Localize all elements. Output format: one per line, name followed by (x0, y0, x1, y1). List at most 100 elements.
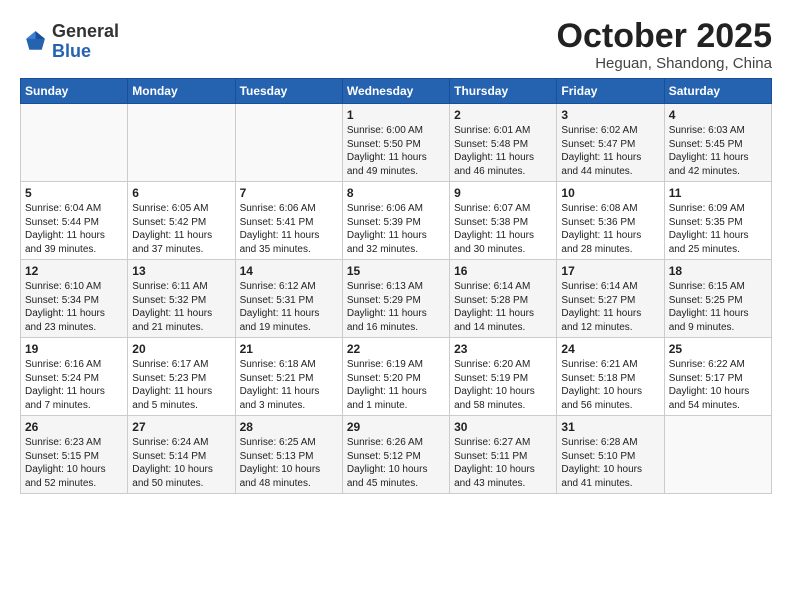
cell-content: Sunrise: 6:23 AM Sunset: 5:15 PM Dayligh… (25, 436, 123, 490)
calendar-cell: 10Sunrise: 6:08 AM Sunset: 5:36 PM Dayli… (557, 182, 664, 260)
calendar-cell: 26 Sunrise: 6:23 AM Sunset: 5:15 PM Dayli… (21, 416, 128, 494)
calendar-cell: 8 Sunrise: 6:06 AM Sunset: 5:39 PM Daylig… (342, 182, 449, 260)
calendar-cell (21, 104, 128, 182)
weekday-header: Sunday (21, 79, 128, 104)
logo-blue: Blue (52, 41, 91, 61)
calendar-cell: 4 Sunrise: 6:03 AM Sunset: 5:45 PM Daylig… (664, 104, 771, 182)
logo-text: General Blue (52, 22, 119, 62)
calendar-cell: 1 Sunrise: 6:00 AM Sunset: 5:50 PM Daylig… (342, 104, 449, 182)
cell-content: Sunrise: 6:09 AM Sunset: 5:35 PM Dayligh… (669, 202, 767, 256)
calendar-cell: 16 Sunrise: 6:14 AM Sunset: 5:28 PM Dayli… (450, 260, 557, 338)
cell-content: Sunrise: 6:03 AM Sunset: 5:45 PM Dayligh… (669, 124, 767, 178)
day-number: 6 (132, 186, 230, 200)
day-number: 14 (240, 264, 338, 278)
calendar-table: SundayMondayTuesdayWednesdayThursdayFrid… (20, 78, 772, 494)
day-number: 19 (25, 342, 123, 356)
day-number: 12 (25, 264, 123, 278)
cell-content: Sunrise: 6:18 AM Sunset: 5:21 PM Dayligh… (240, 358, 338, 412)
day-number: 29 (347, 420, 445, 434)
day-number: 4 (669, 108, 767, 122)
day-number: 20 (132, 342, 230, 356)
calendar-cell: 29 Sunrise: 6:26 AM Sunset: 5:12 PM Dayli… (342, 416, 449, 494)
cell-content: Sunrise: 6:17 AM Sunset: 5:23 PM Dayligh… (132, 358, 230, 412)
calendar-cell: 15 Sunrise: 6:13 AM Sunset: 5:29 PM Dayli… (342, 260, 449, 338)
calendar-cell: 11 Sunrise: 6:09 AM Sunset: 5:35 PM Dayli… (664, 182, 771, 260)
day-number: 15 (347, 264, 445, 278)
calendar-body: 1 Sunrise: 6:00 AM Sunset: 5:50 PM Daylig… (21, 104, 772, 494)
day-number: 23 (454, 342, 552, 356)
logo-general: General (52, 21, 119, 41)
calendar-cell: 3Sunrise: 6:02 AM Sunset: 5:47 PM Daylig… (557, 104, 664, 182)
day-number: 9 (454, 186, 552, 200)
cell-content: Sunrise: 6:16 AM Sunset: 5:24 PM Dayligh… (25, 358, 123, 412)
day-number: 18 (669, 264, 767, 278)
calendar-cell: 23 Sunrise: 6:20 AM Sunset: 5:19 PM Dayli… (450, 338, 557, 416)
weekday-header: Saturday (664, 79, 771, 104)
cell-content: Sunrise: 6:00 AM Sunset: 5:50 PM Dayligh… (347, 124, 445, 178)
calendar-cell: 19 Sunrise: 6:16 AM Sunset: 5:24 PM Dayli… (21, 338, 128, 416)
weekday-header: Thursday (450, 79, 557, 104)
cell-content: Sunrise: 6:20 AM Sunset: 5:19 PM Dayligh… (454, 358, 552, 412)
day-number: 1 (347, 108, 445, 122)
cell-content: Sunrise: 6:21 AM Sunset: 5:18 PM Dayligh… (561, 358, 659, 412)
calendar-cell: 17 Sunrise: 6:14 AM Sunset: 5:27 PM Dayli… (557, 260, 664, 338)
day-number: 2 (454, 108, 552, 122)
title-area: October 2025 Heguan, Shandong, China (557, 18, 772, 72)
calendar-cell: 25Sunrise: 6:22 AM Sunset: 5:17 PM Dayli… (664, 338, 771, 416)
day-number: 8 (347, 186, 445, 200)
cell-content: Sunrise: 6:11 AM Sunset: 5:32 PM Dayligh… (132, 280, 230, 334)
day-number: 5 (25, 186, 123, 200)
day-number: 26 (25, 420, 123, 434)
day-number: 24 (561, 342, 659, 356)
day-number: 22 (347, 342, 445, 356)
day-number: 31 (561, 420, 659, 434)
logo-icon (20, 28, 48, 56)
calendar-cell: 6 Sunrise: 6:05 AM Sunset: 5:42 PM Daylig… (128, 182, 235, 260)
cell-content: Sunrise: 6:14 AM Sunset: 5:27 PM Dayligh… (561, 280, 659, 334)
day-number: 13 (132, 264, 230, 278)
day-number: 16 (454, 264, 552, 278)
cell-content: Sunrise: 6:06 AM Sunset: 5:39 PM Dayligh… (347, 202, 445, 256)
header-area: General Blue October 2025 Heguan, Shando… (20, 18, 772, 72)
day-number: 17 (561, 264, 659, 278)
calendar-cell: 13 Sunrise: 6:11 AM Sunset: 5:32 PM Dayli… (128, 260, 235, 338)
cell-content: Sunrise: 6:19 AM Sunset: 5:20 PM Dayligh… (347, 358, 445, 412)
cell-content: Sunrise: 6:01 AM Sunset: 5:48 PM Dayligh… (454, 124, 552, 178)
cell-content: Sunrise: 6:12 AM Sunset: 5:31 PM Dayligh… (240, 280, 338, 334)
calendar-cell: 2 Sunrise: 6:01 AM Sunset: 5:48 PM Daylig… (450, 104, 557, 182)
calendar-cell: 30 Sunrise: 6:27 AM Sunset: 5:11 PM Dayli… (450, 416, 557, 494)
cell-content: Sunrise: 6:07 AM Sunset: 5:38 PM Dayligh… (454, 202, 552, 256)
calendar-cell: 12Sunrise: 6:10 AM Sunset: 5:34 PM Dayli… (21, 260, 128, 338)
page: General Blue October 2025 Heguan, Shando… (0, 0, 792, 504)
cell-content: Sunrise: 6:13 AM Sunset: 5:29 PM Dayligh… (347, 280, 445, 334)
cell-content: Sunrise: 6:04 AM Sunset: 5:44 PM Dayligh… (25, 202, 123, 256)
cell-content: Sunrise: 6:27 AM Sunset: 5:11 PM Dayligh… (454, 436, 552, 490)
cell-content: Sunrise: 6:14 AM Sunset: 5:28 PM Dayligh… (454, 280, 552, 334)
calendar-cell: 22 Sunrise: 6:19 AM Sunset: 5:20 PM Dayli… (342, 338, 449, 416)
calendar-cell (128, 104, 235, 182)
cell-content: Sunrise: 6:15 AM Sunset: 5:25 PM Dayligh… (669, 280, 767, 334)
calendar-cell: 18 Sunrise: 6:15 AM Sunset: 5:25 PM Dayli… (664, 260, 771, 338)
cell-content: Sunrise: 6:24 AM Sunset: 5:14 PM Dayligh… (132, 436, 230, 490)
cell-content: Sunrise: 6:05 AM Sunset: 5:42 PM Dayligh… (132, 202, 230, 256)
calendar-cell: 14 Sunrise: 6:12 AM Sunset: 5:31 PM Dayli… (235, 260, 342, 338)
weekday-header: Monday (128, 79, 235, 104)
day-number: 7 (240, 186, 338, 200)
calendar-cell: 24 Sunrise: 6:21 AM Sunset: 5:18 PM Dayli… (557, 338, 664, 416)
day-number: 25 (669, 342, 767, 356)
cell-content: Sunrise: 6:02 AM Sunset: 5:47 PM Dayligh… (561, 124, 659, 178)
day-number: 11 (669, 186, 767, 200)
weekday-header: Tuesday (235, 79, 342, 104)
calendar-week-row: 1 Sunrise: 6:00 AM Sunset: 5:50 PM Daylig… (21, 104, 772, 182)
weekday-header: Wednesday (342, 79, 449, 104)
logo: General Blue (20, 22, 119, 62)
cell-content: Sunrise: 6:25 AM Sunset: 5:13 PM Dayligh… (240, 436, 338, 490)
cell-content: Sunrise: 6:06 AM Sunset: 5:41 PM Dayligh… (240, 202, 338, 256)
calendar-week-row: 26 Sunrise: 6:23 AM Sunset: 5:15 PM Dayli… (21, 416, 772, 494)
location-title: Heguan, Shandong, China (557, 55, 772, 72)
day-number: 30 (454, 420, 552, 434)
calendar-cell (664, 416, 771, 494)
weekday-header: Friday (557, 79, 664, 104)
month-title: October 2025 (557, 18, 772, 55)
cell-content: Sunrise: 6:26 AM Sunset: 5:12 PM Dayligh… (347, 436, 445, 490)
